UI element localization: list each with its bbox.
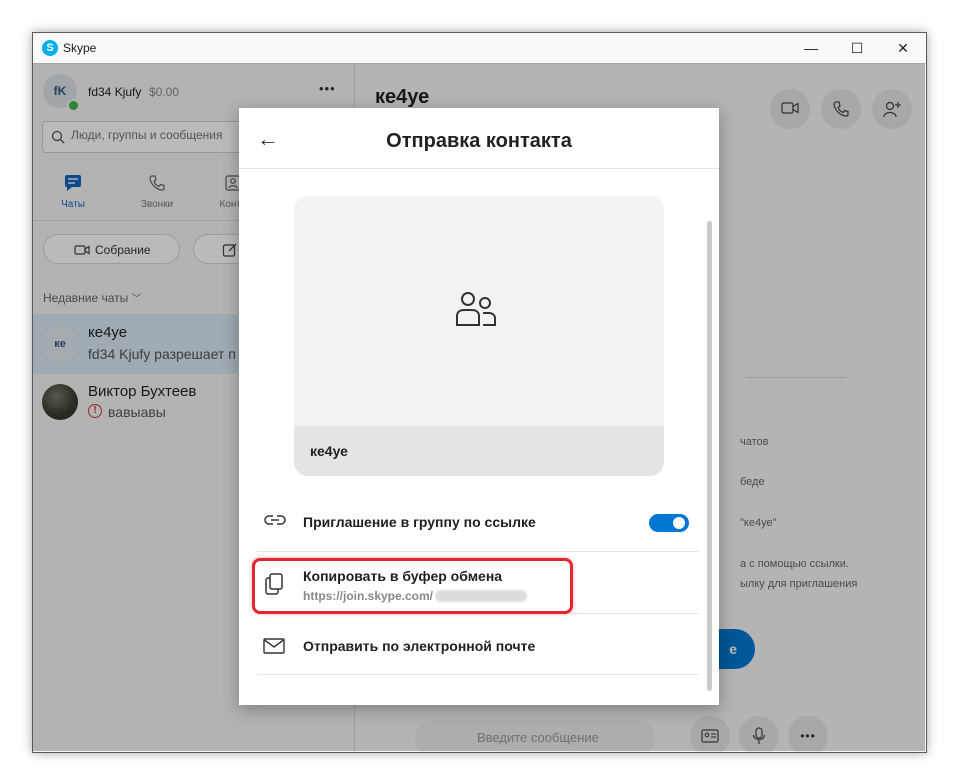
dialog-scrollbar[interactable] [707,221,712,691]
highlight-annotation [252,558,573,614]
send-contact-dialog: ← Отправка контакта ке4уе Приглашение в … [239,108,719,705]
send-email-label: Отправить по электронной почте [303,638,536,654]
minimize-button[interactable]: — [788,33,834,63]
contact-card-footer: ке4уе [294,426,664,476]
send-email-row[interactable]: Отправить по электронной почте [257,626,697,666]
email-icon [263,638,285,654]
app-title: Skype [63,41,97,55]
contact-card-name: ке4уе [310,443,348,459]
divider [239,168,719,169]
maximize-button[interactable]: ☐ [834,33,880,63]
dialog-title: Отправка контакта [386,130,572,152]
skype-logo-icon: S [42,40,58,56]
title-bar: S Skype — ☐ ✕ [33,33,926,64]
divider [257,551,699,552]
group-icon [456,292,496,326]
toggle-knob [673,517,685,529]
invite-link-label: Приглашение в группу по ссылке [303,514,536,530]
contact-card: ке4уе [294,196,664,476]
invite-link-toggle[interactable] [649,514,689,532]
divider [257,674,699,675]
invite-link-row[interactable]: Приглашение в группу по ссылке [257,500,697,540]
link-icon [264,515,286,525]
close-button[interactable]: ✕ [880,33,926,63]
